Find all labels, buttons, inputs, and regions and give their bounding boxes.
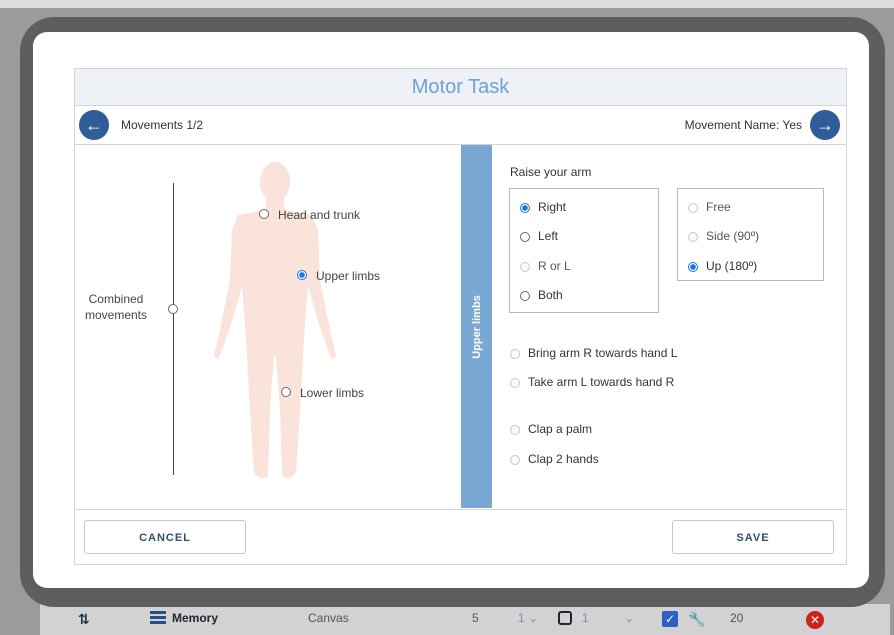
chevron-down-icon[interactable]: ⌄ bbox=[624, 611, 634, 625]
memory-label: Memory bbox=[172, 611, 219, 625]
option-both[interactable]: Both bbox=[520, 288, 563, 302]
option-right[interactable]: Right bbox=[520, 200, 566, 214]
option-r-or-l: R or L bbox=[520, 259, 571, 273]
save-button[interactable]: SAVE bbox=[672, 520, 834, 554]
value-20: 20 bbox=[730, 611, 744, 625]
background-toolbar: ⇅ Memory Canvas 5 1 ⌄ 1 ⌄ ✓ 🔧 20 ✕ bbox=[40, 604, 890, 635]
mode-options-group: Free Side (90º) Up (180º) bbox=[677, 188, 824, 281]
option-up-180[interactable]: Up (180º) bbox=[688, 259, 757, 273]
play-box-icon[interactable] bbox=[558, 611, 572, 625]
cancel-button[interactable]: CANCEL bbox=[84, 520, 246, 554]
head-trunk-radio[interactable] bbox=[259, 209, 269, 219]
motor-task-dialog: Motor Task ← Movements 1/2 Movement Name… bbox=[33, 32, 869, 588]
arrow-right-icon[interactable]: → bbox=[810, 110, 840, 140]
background-top-strip bbox=[0, 0, 894, 8]
canvas-label: Canvas bbox=[308, 611, 349, 625]
movement-name: Movement Name: Yes bbox=[684, 118, 802, 132]
radio-side-90 bbox=[688, 231, 698, 242]
arrow-left-icon[interactable]: ← bbox=[79, 110, 109, 140]
option-side-90: Side (90º) bbox=[688, 229, 759, 243]
radio-right[interactable] bbox=[520, 202, 530, 213]
option-free: Free bbox=[688, 200, 731, 214]
count-value: 5 bbox=[472, 611, 479, 625]
checkbox-icon[interactable]: ✓ bbox=[662, 611, 678, 627]
head-trunk-label: Head and trunk bbox=[278, 208, 361, 222]
upper-limbs-label: Upper limbs bbox=[316, 269, 381, 283]
radio-bring-arm[interactable] bbox=[510, 348, 520, 359]
option-bring-arm[interactable]: Bring arm R towards hand L bbox=[510, 346, 677, 360]
radio-free bbox=[688, 202, 698, 213]
select-a[interactable]: 1 ⌄ bbox=[518, 611, 538, 625]
list-icon bbox=[150, 611, 166, 625]
radio-clap-palm[interactable] bbox=[510, 424, 520, 435]
radio-clap-hands[interactable] bbox=[510, 454, 520, 465]
upper-limbs-radio[interactable] bbox=[297, 270, 307, 280]
radio-r-or-l bbox=[520, 261, 530, 272]
sort-arrows-icon[interactable]: ⇅ bbox=[78, 611, 90, 628]
wrench-icon[interactable]: 🔧 bbox=[688, 611, 705, 628]
radio-left[interactable] bbox=[520, 231, 530, 242]
option-left[interactable]: Left bbox=[520, 229, 558, 243]
combined-movements-radio[interactable] bbox=[168, 304, 178, 314]
movement-heading: Raise your arm bbox=[510, 165, 592, 179]
option-clap-palm[interactable]: Clap a palm bbox=[510, 422, 592, 436]
movement-navigation: ← Movements 1/2 Movement Name: Yes → bbox=[75, 106, 846, 145]
radio-take-arm[interactable] bbox=[510, 377, 520, 388]
lower-limbs-radio[interactable] bbox=[281, 387, 291, 397]
dialog-footer: CANCEL SAVE bbox=[75, 509, 846, 565]
combined-movements-line bbox=[173, 183, 174, 475]
option-clap-hands[interactable]: Clap 2 hands bbox=[510, 452, 599, 466]
body-part-selector: Combined movements Head and trunk Upper … bbox=[75, 145, 461, 508]
close-icon[interactable]: ✕ bbox=[806, 611, 824, 629]
task-body: Combined movements Head and trunk Upper … bbox=[75, 145, 846, 508]
select-b[interactable]: 1 bbox=[582, 611, 589, 625]
dialog-title: Motor Task bbox=[75, 69, 846, 106]
lower-limbs-label: Lower limbs bbox=[300, 386, 365, 400]
radio-both[interactable] bbox=[520, 290, 530, 301]
section-tab: Upper limbs bbox=[461, 145, 492, 508]
combined-movements-label: Combined movements bbox=[84, 292, 148, 322]
radio-up-180[interactable] bbox=[688, 261, 698, 272]
option-take-arm[interactable]: Take arm L towards hand R bbox=[510, 375, 674, 389]
side-options-group: Right Left R or L Both bbox=[509, 188, 659, 313]
section-tab-label: Upper limbs bbox=[470, 294, 483, 359]
movement-options: Raise your arm Right Left R or L Both Fr… bbox=[492, 145, 846, 508]
motor-task-panel: Motor Task ← Movements 1/2 Movement Name… bbox=[74, 68, 847, 565]
movement-counter: Movements 1/2 bbox=[121, 118, 204, 132]
